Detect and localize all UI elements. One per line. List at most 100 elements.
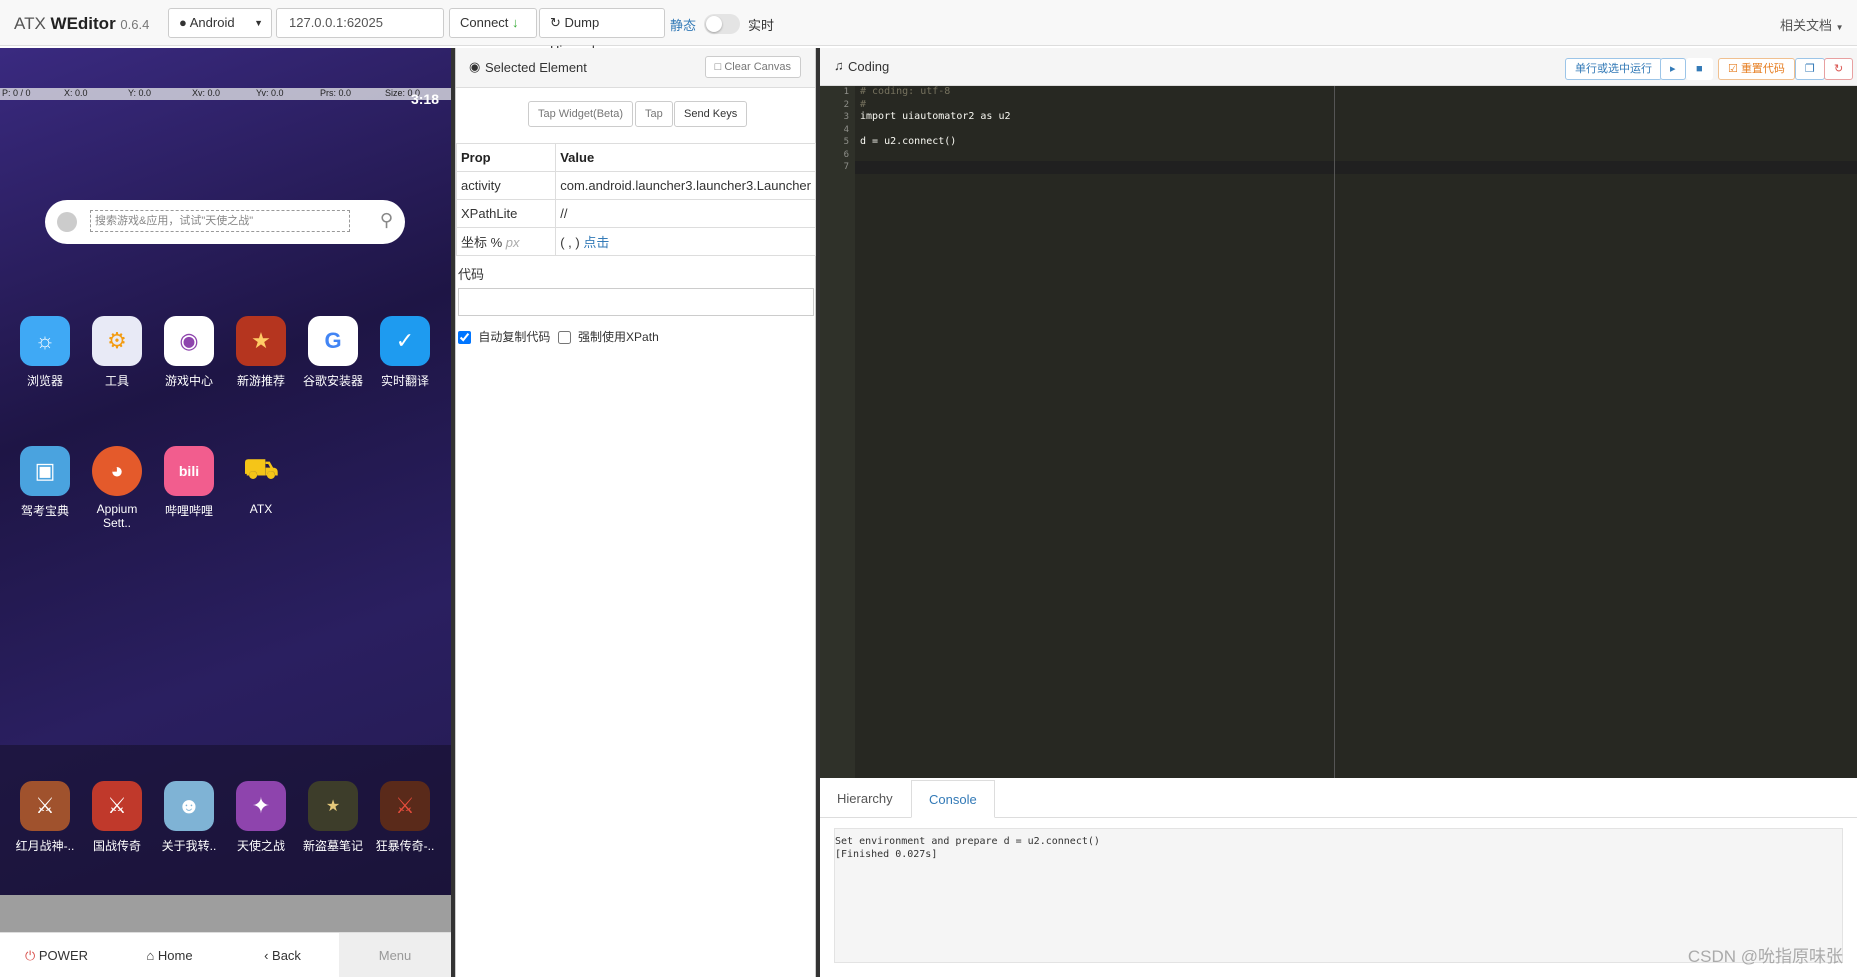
- table-row: XPathLite //: [455, 199, 816, 228]
- mode-realtime-label: 实时: [748, 18, 775, 33]
- screen-bottom-area: [0, 895, 451, 932]
- reset-code-button[interactable]: ☑ 重置代码: [1718, 58, 1795, 80]
- appium-icon: ◕: [92, 446, 142, 496]
- platform-select[interactable]: ● Android ▼: [168, 8, 272, 38]
- coding-title: Coding: [848, 59, 890, 74]
- dock-app-1[interactable]: ⚔ 红月战神-..: [10, 781, 80, 854]
- app-brand: ATX WEditor 0.6.4: [14, 14, 150, 33]
- coding-panel: ♫ Coding 单行或选中运行 ▸ ■ ☑ 重置代码 ❐ ↻ 1 2 3 4 …: [820, 48, 1857, 977]
- code-content[interactable]: # coding: utf-8 # import uiautomator2 as…: [860, 86, 1011, 174]
- caret-down-icon: ▼: [254, 18, 263, 28]
- game-icon: ⚔: [20, 781, 70, 831]
- tab-console[interactable]: Console: [911, 780, 995, 818]
- send-keys-button[interactable]: Send Keys: [674, 101, 748, 127]
- app-appium-settings[interactable]: ◕ Appium Sett..: [82, 446, 152, 530]
- car-icon: ▣: [20, 446, 70, 496]
- browser-icon: ☼: [20, 316, 70, 366]
- print-margin: [1334, 86, 1335, 778]
- dock-app-3[interactable]: ☻ 关于我转..: [154, 781, 224, 854]
- home-button[interactable]: ⌂ Home: [113, 933, 226, 977]
- translate-icon: ✓: [380, 316, 430, 366]
- game-icon: ☻: [164, 781, 214, 831]
- game-icon: ✦: [236, 781, 286, 831]
- search-logo-icon: [57, 212, 77, 232]
- code-output-field[interactable]: [458, 288, 814, 316]
- line-gutter: 1 2 3 4 5 6 7: [820, 86, 855, 778]
- app-atx[interactable]: ⛟ ATX: [226, 446, 296, 516]
- tap-button[interactable]: Tap: [635, 101, 673, 127]
- watermark: CSDN @吮指原味张: [1687, 947, 1843, 966]
- element-inspector-panel: ◉ Selected Element □ Clear Canvas Tap Wi…: [455, 48, 816, 977]
- copy-icon[interactable]: ❐: [1795, 58, 1825, 80]
- restart-icon[interactable]: ↻: [1824, 58, 1854, 80]
- app-translate[interactable]: ✓ 实时翻译: [370, 316, 440, 389]
- run-icon[interactable]: ▸: [1660, 58, 1686, 80]
- dock-app-6[interactable]: ⚔ 狂暴传奇-..: [370, 781, 440, 854]
- connect-button[interactable]: Connect ↓: [449, 8, 537, 38]
- android-icon: ●: [179, 15, 187, 30]
- click-coord-link[interactable]: 点击: [583, 235, 609, 250]
- inspector-title: Selected Element: [485, 60, 587, 75]
- square-icon: □: [714, 61, 722, 73]
- google-icon: G: [308, 316, 358, 366]
- bilibili-icon: bili: [164, 446, 214, 496]
- power-button[interactable]: ⏻ POWER: [0, 933, 113, 977]
- code-editor[interactable]: 1 2 3 4 5 6 7 # coding: utf-8 # import u…: [820, 86, 1857, 778]
- dock-app-2[interactable]: ⚔ 国战传奇: [82, 781, 152, 854]
- search-placeholder: 搜索游戏&应用，试试"天使之战": [90, 210, 350, 232]
- game-icon: ⚔: [380, 781, 430, 831]
- table-row: 坐标 % px ( , ) 点击: [455, 227, 816, 256]
- app-google-installer[interactable]: G 谷歌安装器: [298, 316, 368, 389]
- inspector-header: ◉ Selected Element □ Clear Canvas: [456, 48, 815, 88]
- props-header-row: Prop Value: [455, 143, 816, 172]
- app-driving-exam[interactable]: ▣ 驾考宝典: [10, 446, 80, 519]
- chevron-left-icon: ‹: [264, 948, 269, 963]
- app-new-games[interactable]: ★ 新游推荐: [226, 316, 296, 389]
- app-bilibili[interactable]: bili 哔哩哔哩: [154, 446, 224, 519]
- device-nav-bar: ⏻ POWER ⌂ Home ‹ Back Menu: [0, 932, 451, 977]
- app-tools[interactable]: ⚙ 工具: [82, 316, 152, 389]
- clear-canvas-button[interactable]: □ Clear Canvas: [704, 56, 801, 78]
- refresh-icon: ↻: [550, 15, 561, 30]
- game-icon: ★: [308, 781, 358, 831]
- tab-hierarchy[interactable]: Hierarchy: [820, 780, 910, 818]
- top-navbar: ATX WEditor 0.6.4 ● Android ▼ 127.0.0.1:…: [0, 0, 1857, 58]
- props-table: Prop Value activity com.android.launcher…: [455, 143, 816, 256]
- home-icon: ⌂: [146, 948, 155, 963]
- power-icon: ⏻: [24, 948, 36, 963]
- dock-app-5[interactable]: ★ 新盗墓笔记: [298, 781, 368, 854]
- docs-menu[interactable]: 相关文档 ▼: [1780, 15, 1844, 34]
- menu-button[interactable]: Menu: [339, 933, 451, 977]
- pointer-location-bar: P: 0 / 0 X: 0.0 Y: 0.0 Xv: 0.0 Yv: 0.0 P…: [0, 88, 451, 100]
- device-address-input[interactable]: 127.0.0.1:62025: [276, 8, 444, 38]
- table-row: activity com.android.launcher3.launcher3…: [455, 171, 816, 200]
- target-icon: ◉: [469, 59, 481, 74]
- force-xpath-checkbox[interactable]: [557, 331, 571, 345]
- code-label: 代码: [458, 267, 485, 282]
- back-button[interactable]: ‹ Back: [226, 933, 339, 977]
- status-time: 3:18: [410, 91, 439, 107]
- app-game-center[interactable]: ◉ 游戏中心: [154, 316, 224, 389]
- app-version: 0.6.4: [120, 17, 150, 32]
- taxi-icon: ⛟: [243, 453, 279, 484]
- game-icon: ⚔: [92, 781, 142, 831]
- plug-icon: ↓: [512, 15, 519, 30]
- stop-icon[interactable]: ■: [1686, 58, 1713, 80]
- device-screen[interactable]: P: 0 / 0 X: 0.0 Y: 0.0 Xv: 0.0 Yv: 0.0 P…: [0, 48, 451, 977]
- coding-header: ♫ Coding 单行或选中运行 ▸ ■ ☑ 重置代码 ❐ ↻: [820, 48, 1857, 86]
- bottom-tabs: Hierarchy Console: [820, 780, 1857, 818]
- caret-down-icon: ▼: [1835, 23, 1844, 32]
- app-browser[interactable]: ☼ 浏览器: [10, 316, 80, 389]
- realtime-toggle[interactable]: [704, 14, 740, 34]
- options-row: 自动复制代码 强制使用XPath: [458, 328, 659, 345]
- mode-static-label: 静态: [670, 18, 697, 33]
- new-games-icon: ★: [236, 316, 286, 366]
- dock-app-4[interactable]: ✦ 天使之战: [226, 781, 296, 854]
- search-icon: ⚲: [379, 210, 393, 230]
- tap-widget-button[interactable]: Tap Widget(Beta): [528, 101, 633, 127]
- run-selected-button[interactable]: 单行或选中运行: [1565, 58, 1662, 80]
- launcher-search-bar[interactable]: 搜索游戏&应用，试试"天使之战" ⚲: [45, 200, 405, 244]
- auto-copy-checkbox[interactable]: [458, 331, 471, 345]
- gamepad-icon: ◉: [164, 316, 214, 366]
- dump-hierarchy-button[interactable]: ↻ Dump Hierarchy: [539, 8, 665, 58]
